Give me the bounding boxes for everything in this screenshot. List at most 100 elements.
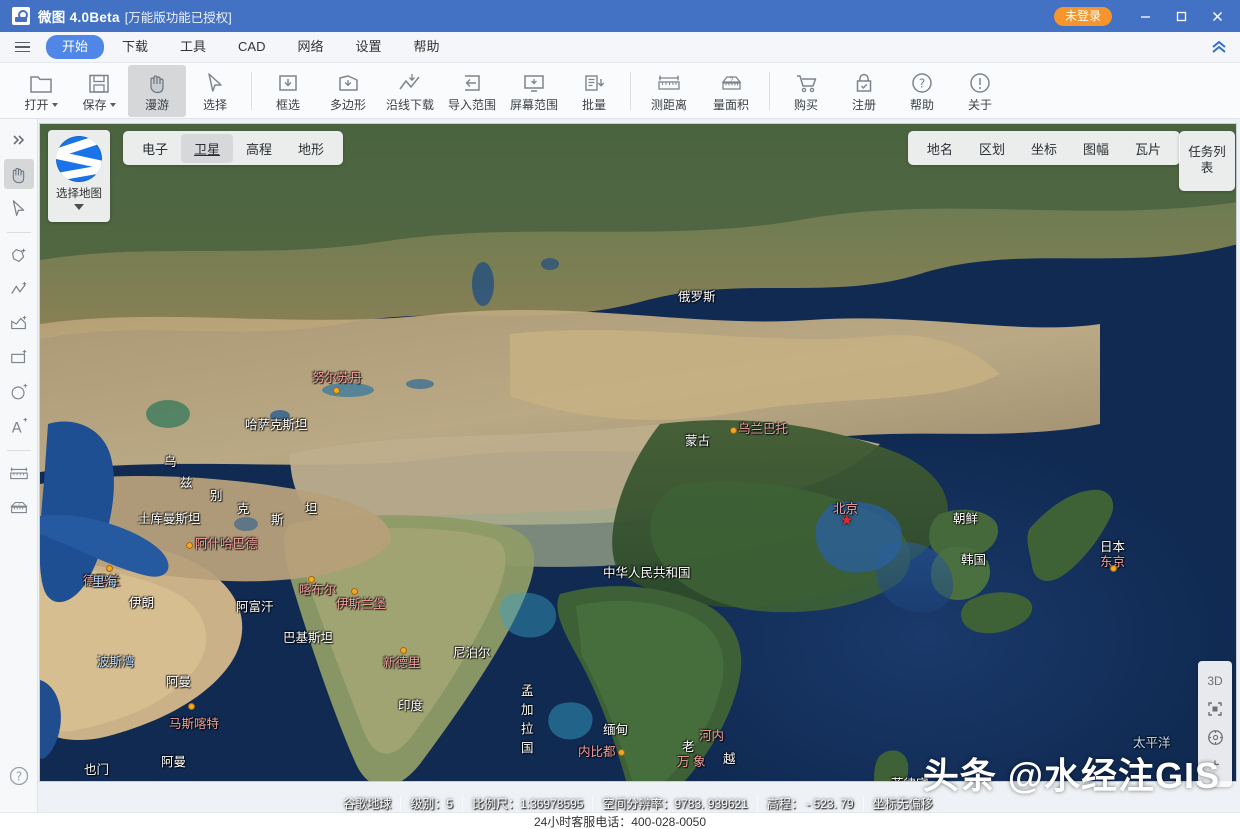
capital-marker-dot: [186, 542, 193, 549]
close-button[interactable]: [1200, 0, 1234, 32]
status-scale: 比例尺：1:36978595: [462, 795, 592, 812]
tab-districts[interactable]: 区划: [966, 134, 1018, 163]
status-level: 级别：5: [400, 795, 462, 812]
tool-measure-distance[interactable]: 测距离: [638, 65, 700, 117]
hand-icon: [146, 68, 168, 94]
tool-screen-range[interactable]: 屏幕范围: [503, 65, 565, 117]
capital-marker-dot: [188, 703, 195, 710]
zoom-in-icon[interactable]: +: [1201, 751, 1229, 779]
save-icon: [88, 68, 110, 94]
sidebar-add-area[interactable]: [4, 309, 34, 339]
maximize-button[interactable]: [1164, 0, 1198, 32]
import-range-icon: [461, 68, 483, 94]
info-icon: [969, 68, 991, 94]
tool-about-label: 关于: [968, 96, 992, 113]
svg-text:?: ?: [15, 770, 21, 784]
tool-register[interactable]: 注册: [835, 65, 893, 117]
tool-download-along-line[interactable]: 沿线下载: [379, 65, 441, 117]
tool-help[interactable]: ? 帮助: [893, 65, 951, 117]
sidebar-help-button[interactable]: ?: [4, 761, 34, 791]
toolbar-divider: [769, 72, 770, 110]
tab-map-sheet[interactable]: 图幅: [1070, 134, 1122, 163]
measure-area-icon: ?: [719, 68, 744, 94]
tool-select[interactable]: 选择: [186, 65, 244, 117]
ribbon-toolbar: 打开 保存 漫游 选择 框选: [0, 63, 1240, 119]
menu-item-network[interactable]: 网络: [284, 35, 338, 59]
tool-select-label: 选择: [203, 96, 227, 113]
sidebar-measure-distance[interactable]: [4, 459, 34, 489]
three-d-icon[interactable]: 3D: [1201, 667, 1229, 695]
toolbar-divider: [630, 72, 631, 110]
tab-electronic[interactable]: 电子: [129, 134, 181, 163]
layer-tab-strip: 电子 卫星 高程 地形: [123, 131, 343, 165]
tool-pan[interactable]: 漫游: [128, 65, 186, 117]
tool-import-range[interactable]: 导入范围: [441, 65, 503, 117]
sidebar-add-rectangle[interactable]: [4, 343, 34, 373]
tool-purchase[interactable]: 购买: [777, 65, 835, 117]
menu-item-settings[interactable]: 设置: [342, 35, 396, 59]
capital-marker-dot: [400, 647, 407, 654]
hamburger-menu-icon[interactable]: [8, 35, 36, 59]
login-status-badge[interactable]: 未登录: [1054, 7, 1112, 26]
status-elevation: 高程： - 523. 79: [757, 795, 863, 812]
tab-terrain[interactable]: 地形: [285, 134, 337, 163]
svg-text:A: A: [11, 420, 21, 436]
folder-icon: [29, 68, 53, 94]
measure-distance-icon: [656, 68, 682, 94]
capital-marker-dot: [308, 576, 315, 583]
tool-open[interactable]: 打开: [12, 65, 70, 117]
sidebar-add-circle[interactable]: [4, 377, 34, 407]
capital-marker-dot: [351, 588, 358, 595]
chevron-down-icon[interactable]: [110, 103, 116, 107]
tab-placenames[interactable]: 地名: [914, 134, 966, 163]
expand-panel-button[interactable]: [4, 125, 34, 155]
svg-text:?: ?: [919, 77, 925, 91]
sidebar-pan-tool[interactable]: [4, 159, 34, 189]
menu-item-cad[interactable]: CAD: [224, 35, 279, 59]
menu-item-help[interactable]: 帮助: [400, 35, 454, 59]
map-select-label: 选择地图: [56, 185, 102, 201]
sidebar-add-polygon[interactable]: [4, 241, 34, 271]
tool-batch[interactable]: 批量: [565, 65, 623, 117]
minimize-button[interactable]: [1128, 0, 1162, 32]
collapse-ribbon-button[interactable]: [1198, 32, 1240, 62]
tool-about[interactable]: 关于: [951, 65, 1009, 117]
capital-marker-dot: [730, 427, 737, 434]
task-list-button[interactable]: 任务列表: [1179, 131, 1235, 191]
satellite-map-canvas[interactable]: 俄罗斯 哈萨克斯坦 蒙古 中华人民共和国 朝鲜 韩国 日本 土库曼斯坦 伊朗 阿…: [40, 124, 1236, 781]
window-title: 微图 4.0Beta: [38, 6, 120, 26]
compass-icon[interactable]: [1201, 723, 1229, 751]
tool-open-label: 打开: [24, 96, 48, 113]
tool-pan-label: 漫游: [145, 96, 169, 113]
tool-box-select[interactable]: 框选: [259, 65, 317, 117]
tool-polygon[interactable]: 多边形: [317, 65, 379, 117]
menu-item-start[interactable]: 开始: [46, 35, 104, 59]
map-control-stack: 3D +: [1198, 661, 1232, 787]
cursor-icon: [205, 68, 225, 94]
box-select-icon: [277, 68, 299, 94]
tab-elevation[interactable]: 高程: [233, 134, 285, 163]
cart-icon: [795, 68, 818, 94]
tab-satellite[interactable]: 卫星: [181, 134, 233, 163]
menu-item-tools[interactable]: 工具: [166, 35, 220, 59]
tab-tiles[interactable]: 瓦片: [1122, 134, 1174, 163]
overlay-tab-strip: 地名 区划 坐标 图幅 瓦片: [908, 131, 1180, 165]
footer-service-phone: 24小时客服电话：400-028-0050: [0, 812, 1240, 829]
tool-save[interactable]: 保存: [70, 65, 128, 117]
menu-item-download[interactable]: 下载: [108, 35, 162, 59]
tab-coordinates[interactable]: 坐标: [1018, 134, 1070, 163]
capital-marker-dot: [106, 565, 113, 572]
earth-globe-icon: [56, 136, 102, 182]
tool-measure-area[interactable]: ? 量面积: [700, 65, 762, 117]
fullscreen-icon[interactable]: [1201, 695, 1229, 723]
sidebar-select-tool[interactable]: [4, 193, 34, 223]
sidebar-measure-area[interactable]: ?: [4, 493, 34, 523]
map-select-widget[interactable]: 选择地图: [48, 130, 110, 222]
window-titlebar: 微图 4.0Beta [万能版功能已授权] 未登录: [0, 0, 1240, 32]
chevron-down-icon[interactable]: [74, 204, 84, 210]
chevron-down-icon[interactable]: [52, 103, 58, 107]
status-bar: 谷歌地球 级别：5 比例尺：1:36978595 空间分辨率：9783. 939…: [39, 793, 1237, 813]
map-viewport[interactable]: 俄罗斯 哈萨克斯坦 蒙古 中华人民共和国 朝鲜 韩国 日本 土库曼斯坦 伊朗 阿…: [39, 123, 1237, 782]
sidebar-add-text[interactable]: A: [4, 411, 34, 441]
sidebar-add-polyline[interactable]: [4, 275, 34, 305]
